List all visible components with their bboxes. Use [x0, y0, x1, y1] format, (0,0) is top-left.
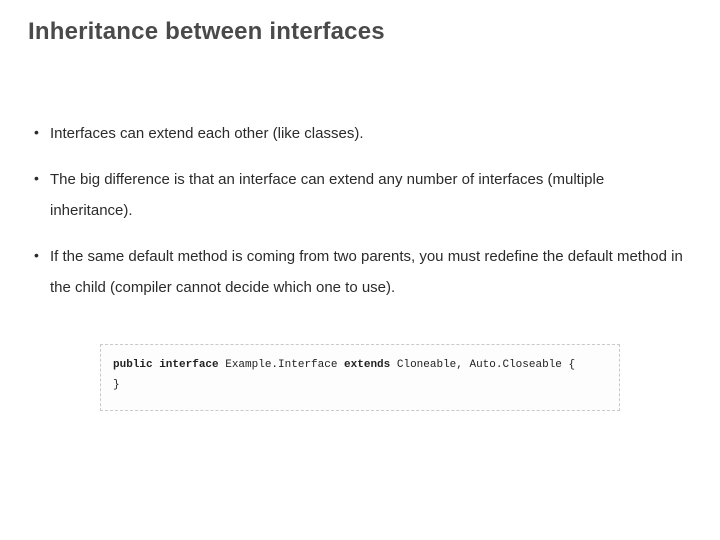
page-title: Inheritance between interfaces	[28, 18, 692, 46]
code-keyword: extends	[344, 359, 390, 371]
code-keyword: public interface	[113, 359, 219, 371]
code-line: }	[113, 375, 607, 396]
code-text: Cloneable, Auto.Closeable {	[390, 359, 575, 371]
list-item: Interfaces can extend each other (like c…	[32, 118, 688, 150]
list-item: The big difference is that an interface …	[32, 164, 688, 227]
code-text: Example.Interface	[219, 359, 344, 371]
slide: Inheritance between interfaces Interface…	[0, 0, 720, 540]
code-line: public interface Example.Interface exten…	[113, 355, 607, 376]
list-item: If the same default method is coming fro…	[32, 241, 688, 304]
code-block: public interface Example.Interface exten…	[100, 344, 620, 412]
bullet-list: Interfaces can extend each other (like c…	[28, 118, 692, 304]
